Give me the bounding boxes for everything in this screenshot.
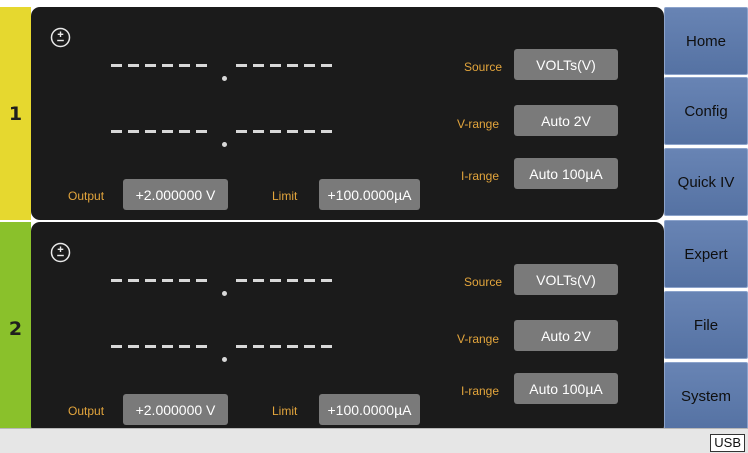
readout-integer-placeholder (111, 279, 211, 282)
source-field[interactable]: VOLTs(V) (514, 49, 618, 80)
readout-integer-placeholder (111, 130, 211, 133)
softkey-menu: Home Config Quick IV Expert File System (664, 7, 748, 430)
source-field[interactable]: VOLTs(V) (514, 264, 618, 295)
readout-decimal-point (222, 291, 227, 296)
channel-2-number: 2 (8, 317, 23, 340)
plus-minus-circle-icon[interactable] (50, 242, 71, 263)
home-button[interactable]: Home (664, 7, 748, 75)
v-range-field[interactable]: Auto 2V (514, 320, 618, 351)
readout-decimal-point (222, 357, 227, 362)
expert-button[interactable]: Expert (664, 220, 748, 288)
readout-integer-placeholder (111, 345, 211, 348)
file-button[interactable]: File (664, 291, 748, 359)
v-range-label: V-range (457, 332, 500, 346)
status-bar: USB (0, 428, 748, 453)
output-label: Output (68, 189, 105, 203)
readout-decimal-point (222, 142, 227, 147)
measurement-readout-current (111, 345, 341, 369)
channel-2-panel: 2 Source VOLTs(V) V-range Auto 2V I-rang… (0, 222, 664, 435)
i-range-field[interactable]: Auto 100µA (514, 373, 618, 404)
measurement-readout-current (111, 130, 341, 154)
channel-1-number: 1 (8, 102, 23, 125)
readout-fraction-placeholder (236, 64, 336, 67)
plus-minus-circle-icon[interactable] (50, 27, 71, 48)
channel-1-panel: 1 Source VOLTs(V) V-range Auto 2V I-rang… (0, 7, 664, 220)
readout-integer-placeholder (111, 64, 211, 67)
source-label: Source (464, 60, 503, 74)
source-label: Source (464, 275, 503, 289)
channel-2-screen: Source VOLTs(V) V-range Auto 2V I-range … (31, 222, 664, 435)
readout-decimal-point (222, 76, 227, 81)
channel-2-tab[interactable]: 2 (0, 222, 31, 435)
v-range-label: V-range (457, 117, 500, 131)
i-range-label: I-range (461, 169, 500, 183)
v-range-field[interactable]: Auto 2V (514, 105, 618, 136)
channel-1-tab[interactable]: 1 (0, 7, 31, 220)
output-label: Output (68, 404, 105, 418)
usb-status-badge: USB (710, 434, 745, 452)
i-range-label: I-range (461, 384, 500, 398)
system-button[interactable]: System (664, 362, 748, 430)
readout-fraction-placeholder (236, 345, 336, 348)
readout-fraction-placeholder (236, 279, 336, 282)
output-field[interactable]: +2.000000 V (123, 179, 228, 210)
measurement-readout-voltage (111, 64, 341, 88)
quick-iv-button[interactable]: Quick IV (664, 148, 748, 216)
output-field[interactable]: +2.000000 V (123, 394, 228, 425)
channel-1-screen: Source VOLTs(V) V-range Auto 2V I-range … (31, 7, 664, 220)
limit-label: Limit (272, 189, 298, 203)
limit-field[interactable]: +100.0000µA (319, 179, 420, 210)
measurement-readout-voltage (111, 279, 341, 303)
limit-field[interactable]: +100.0000µA (319, 394, 420, 425)
limit-label: Limit (272, 404, 298, 418)
readout-fraction-placeholder (236, 130, 336, 133)
config-button[interactable]: Config (664, 77, 748, 145)
i-range-field[interactable]: Auto 100µA (514, 158, 618, 189)
